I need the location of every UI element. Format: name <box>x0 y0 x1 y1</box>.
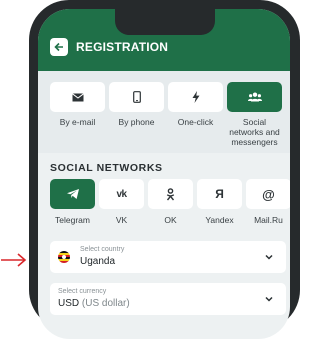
back-button[interactable] <box>50 38 68 56</box>
tab-by-email-label: By e-mail <box>59 117 96 127</box>
phone-notch <box>115 9 215 35</box>
social-vk-label: VK <box>115 215 128 225</box>
uganda-flag-icon <box>58 251 70 263</box>
country-select[interactable]: Select country Uganda <box>50 241 286 273</box>
vk-icon: vk <box>116 188 127 200</box>
social-network-options: vk Я @ <box>50 179 290 209</box>
tab-by-phone[interactable] <box>109 82 164 112</box>
currency-select[interactable]: Select currency USD (US dollar) <box>50 283 286 315</box>
telegram-icon <box>66 189 79 199</box>
currency-select-value: USD (US dollar) <box>58 298 130 309</box>
currency-code: USD <box>58 298 80 309</box>
country-select-value: Uganda <box>80 256 116 267</box>
tab-by-phone-label: By phone <box>118 117 155 127</box>
ok-icon <box>166 187 175 200</box>
social-ok-button[interactable] <box>148 179 193 209</box>
tab-social-networks-label: Social networks and messengers <box>229 117 280 147</box>
tab-social-networks[interactable] <box>227 82 282 112</box>
users-icon <box>247 92 262 102</box>
arrow-left-icon <box>54 42 63 52</box>
tab-one-click[interactable] <box>168 82 223 112</box>
registration-methods: By e-mail By phone One-click Social netw… <box>38 71 290 153</box>
app-screen: REGISTRATION By e-mail By phone One-clic… <box>38 9 290 339</box>
currency-select-label: Select currency <box>58 288 107 295</box>
chevron-down-icon <box>265 254 273 260</box>
phone-icon <box>132 91 141 103</box>
social-ok-label: OK <box>164 215 177 225</box>
mailru-icon: @ <box>262 186 275 202</box>
currency-name: (US dollar) <box>81 298 130 309</box>
social-telegram-button[interactable] <box>50 179 95 209</box>
lightning-icon <box>192 91 199 103</box>
social-mailru-button[interactable]: @ <box>246 179 290 209</box>
social-yandex-button[interactable]: Я <box>197 179 242 209</box>
tab-one-click-label: One-click <box>177 117 214 127</box>
social-mailru-label: Mail.Ru <box>254 215 283 225</box>
envelope-icon <box>71 92 84 101</box>
chevron-down-icon <box>265 296 273 302</box>
phone-frame: REGISTRATION By e-mail By phone One-clic… <box>29 0 300 339</box>
pointer-arrow <box>1 253 27 267</box>
yandex-icon: Я <box>215 187 224 201</box>
tab-by-email[interactable] <box>50 82 105 112</box>
country-select-label: Select country <box>80 246 125 253</box>
page-title: REGISTRATION <box>76 40 169 54</box>
social-telegram-label: Telegram <box>55 215 90 225</box>
social-vk-button[interactable]: vk <box>99 179 144 209</box>
social-networks-heading: SOCIAL NETWORKS <box>50 162 163 174</box>
registration-bar: REGISTRATION <box>50 37 168 57</box>
social-yandex-label: Yandex <box>205 215 234 225</box>
